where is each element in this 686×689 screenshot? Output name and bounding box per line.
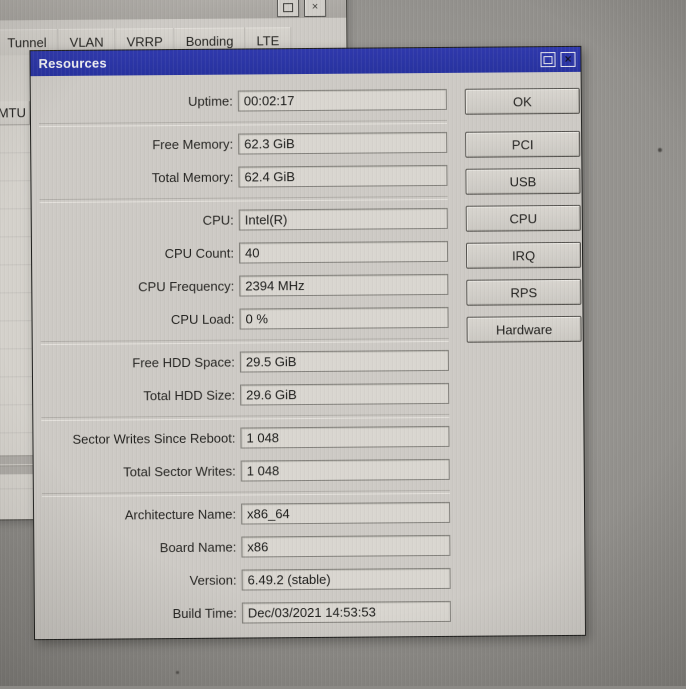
field-label: Board Name: [159, 539, 237, 556]
field-value-version[interactable]: 6.49.2 (stable) [241, 567, 451, 591]
maximize-icon[interactable] [540, 52, 556, 68]
field-row-free-memory: Free Memory: 62.3 GiB [39, 131, 449, 156]
field-row-architecture-name: Architecture Name: x86_64 [42, 501, 452, 526]
field-row-cpu-count: CPU Count: 40 [40, 240, 450, 265]
close-icon[interactable]: × [560, 51, 576, 68]
field-row-total-hdd-size: Total HDD Size: 29.6 GiB [41, 382, 451, 407]
field-row-build-time: Build Time: Dec/03/2021 14:53:53 [43, 600, 453, 625]
field-label: CPU Frequency: [138, 278, 235, 295]
field-label: Sector Writes Since Reboot: [72, 430, 236, 447]
field-row-sector-writes-since-reboot: Sector Writes Since Reboot: 1 048 [41, 425, 451, 450]
dust-speck [658, 148, 662, 152]
field-label: Free HDD Space: [132, 354, 235, 371]
maximize-square-icon [543, 55, 553, 64]
hardware-button[interactable]: Hardware [466, 315, 582, 343]
maximize-icon[interactable] [277, 0, 300, 18]
field-value-total-memory[interactable]: 62.4 GiB [238, 164, 448, 188]
field-label: Architecture Name: [124, 506, 237, 523]
table-grid-lines [0, 125, 33, 506]
field-value-cpu[interactable]: Intel(R) [238, 207, 448, 231]
field-value-sector-writes-since-reboot[interactable]: 1 048 [240, 425, 450, 449]
rps-button[interactable]: RPS [466, 278, 582, 306]
irq-button[interactable]: IRQ [465, 241, 582, 269]
cpu-button[interactable]: CPU [465, 204, 581, 232]
resources-dialog: Resources × Uptime: 00:02:17 Free Memory… [29, 45, 587, 641]
separator [41, 489, 450, 498]
field-value-build-time[interactable]: Dec/03/2021 14:53:53 [241, 600, 451, 624]
ok-button[interactable]: OK [464, 87, 580, 115]
field-label: CPU Load: [170, 311, 235, 328]
field-label: Total Memory: [151, 169, 234, 186]
field-row-uptime: Uptime: 00:02:17 [39, 88, 449, 113]
field-label: Uptime: [187, 93, 233, 109]
dialog-title: Resources [38, 55, 107, 72]
field-row-total-sector-writes: Total Sector Writes: 1 048 [42, 458, 452, 483]
field-value-free-memory[interactable]: 62.3 GiB [238, 131, 448, 155]
field-row-cpu-frequency: CPU Frequency: 2394 MHz [40, 273, 450, 298]
field-label: CPU Count: [164, 245, 235, 262]
maximize-square-icon [283, 2, 294, 12]
field-label: Version: [189, 572, 237, 588]
horizontal-scrollbar[interactable] [0, 455, 33, 465]
close-icon[interactable]: × [304, 0, 327, 18]
field-value-cpu-count[interactable]: 40 [238, 240, 449, 264]
usb-button[interactable]: USB [465, 167, 581, 195]
buttons-column: OK PCI USB CPU IRQ RPS Hardware [464, 87, 582, 354]
field-value-cpu-frequency[interactable]: 2394 MHz [239, 273, 449, 297]
field-label: Total HDD Size: [143, 387, 236, 404]
field-row-version: Version: 6.49.2 (stable) [43, 567, 453, 592]
field-label: Build Time: [172, 605, 237, 622]
separator [40, 337, 449, 346]
field-row-free-hdd-space: Free HDD Space: 29.5 GiB [41, 349, 451, 374]
separator [39, 195, 448, 204]
field-value-free-hdd-space[interactable]: 29.5 GiB [239, 349, 449, 373]
separator [41, 413, 450, 422]
field-label: CPU: [202, 212, 234, 228]
field-value-board-name[interactable]: x86 [241, 534, 451, 558]
field-value-architecture-name[interactable]: x86_64 [240, 501, 451, 525]
field-value-cpu-load[interactable]: 0 % [239, 306, 449, 330]
horizontal-scrollbar-track[interactable] [0, 465, 33, 475]
pci-button[interactable]: PCI [465, 130, 581, 158]
field-row-board-name: Board Name: x86 [42, 534, 452, 559]
field-value-total-sector-writes[interactable]: 1 048 [240, 458, 450, 482]
field-row-total-memory: Total Memory: 62.4 GiB [39, 164, 449, 189]
field-value-total-hdd-size[interactable]: 29.6 GiB [240, 382, 450, 406]
separator [38, 119, 448, 128]
field-label: Free Memory: [152, 136, 234, 153]
field-value-uptime[interactable]: 00:02:17 [237, 88, 447, 112]
field-label: Total Sector Writes: [123, 463, 236, 480]
close-x-icon: × [311, 0, 319, 13]
fields-column: Uptime: 00:02:17 Free Memory: 62.3 GiB T… [38, 73, 453, 637]
field-row-cpu-load: CPU Load: 0 % [40, 306, 450, 331]
field-row-cpu: CPU: Intel(R) [40, 207, 450, 232]
scene: × Tunnel VLAN VRRP Bonding LTE MTU Resou… [0, 0, 686, 688]
column-header-mtu[interactable]: MTU [0, 101, 31, 126]
dialog-content: Uptime: 00:02:17 Free Memory: 62.3 GiB T… [31, 72, 585, 639]
dust-speck [176, 671, 179, 674]
